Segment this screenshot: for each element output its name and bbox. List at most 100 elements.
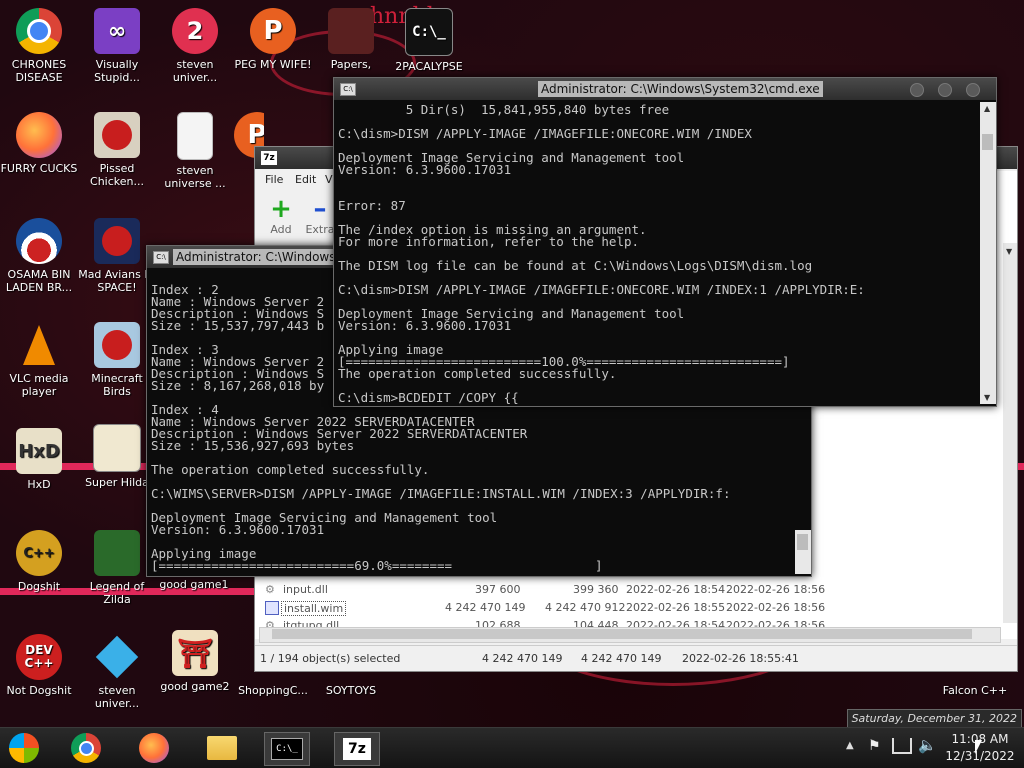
console-line: For more information, refer to the help. [338,234,640,249]
menu-view[interactable]: V [325,173,333,186]
desktop-icon-pissed-chicken[interactable]: Pissed Chicken... [78,112,156,188]
table-row[interactable]: install.wim 4 242 470 149 4 242 470 912 … [255,599,1017,617]
firefox-icon [16,112,62,158]
desktop-icon-legend-of-zilda[interactable]: Legend of Zilda [78,530,156,606]
pixel-dog-icon [93,424,141,472]
console-line: C:\dism>DISM /APPLY-IMAGE /IMAGEFILE:ONE… [338,282,865,297]
desktop-icon-not-dogshit[interactable]: DEV C++ Not Dogshit [0,634,78,697]
console-line: The operation completed successfully. [151,462,430,477]
desktop-icon-label: Papers, [330,58,372,71]
desktop-icon-mad-avians[interactable]: Mad Avians IN SPACE! [78,218,156,294]
windows-orb-icon [9,733,39,763]
desktop-icon-steven-universe-doc[interactable]: steven universe ... [156,112,234,190]
file-modified: 2022-02-26 18:54 [626,583,726,596]
desktop-icon-label: Minecraft Birds [91,372,143,398]
cmd-app-icon: C:\ [340,83,356,96]
desktop-icon-label: SOYTOYS [325,684,377,697]
console-line: C:\WIMS\SERVER>DISM /APPLY-IMAGE /IMAGEF… [151,486,731,501]
volume-icon[interactable]: 🔈 [918,736,937,754]
hxd-icon: HxD [16,428,62,474]
file-modified: 2022-02-26 18:55 [626,601,726,614]
desktop-icon-good-game1[interactable]: good game1 [148,578,240,591]
desktop-icon-osama[interactable]: OSAMA BIN LADEN BR... [0,218,78,294]
horizontal-scrollbar[interactable] [259,627,1001,643]
start-button[interactable] [4,732,44,764]
horizontal-scroll-thumb[interactable] [272,629,972,639]
cmd-main-titlebar[interactable]: C:\ Administrator: C:\Windows\System32\c… [334,78,996,100]
taskbar-firefox[interactable] [134,732,174,764]
cmd-window-main[interactable]: C:\ Administrator: C:\Windows\System32\c… [333,77,997,407]
flag-icon[interactable]: ⚑ [868,738,881,754]
desktop-icon-falcon[interactable]: Falcon C++ [936,684,1014,697]
menu-edit[interactable]: Edit [295,173,316,186]
folder-icon [207,736,237,760]
desktop-icon-hxd[interactable]: HxD HxD [0,428,78,491]
desktop-icon-firefox[interactable]: FURRY CUCKS [0,112,78,175]
desktop-icon-super-hilda[interactable]: Super Hilda [78,424,156,489]
console-scrollbar[interactable]: ▲ ▼ [980,102,996,404]
desktop-icon-label: good game2 [160,680,230,693]
desktop-icon-vlc[interactable]: VLC media player [0,322,78,398]
status-bar: 1 / 194 object(s) selected 4 242 470 149… [255,645,1017,670]
table-row[interactable]: ⚙ input.dll 397 600 399 360 2022-02-26 1… [255,581,1017,599]
console-line: C:\dism>BCDEDIT /COPY {{ [338,390,519,404]
chevron-down-icon[interactable]: ▼ [1006,247,1012,256]
console-scrollbar[interactable] [795,530,811,574]
list-vertical-scrollbar[interactable]: ▼ [1003,243,1017,623]
taskbar-chrome[interactable] [66,732,106,764]
pixel-hero-icon [94,530,140,576]
close-button[interactable] [966,83,980,97]
desktop-icon-peg-my-wife[interactable]: P PEG MY WIFE! [234,8,312,71]
taskbar-cmd[interactable]: C:\_ [264,732,310,766]
selection-size: 4 242 470 149 [482,652,563,665]
visual-studio-icon: ∞ [94,8,140,54]
scroll-thumb[interactable] [797,534,808,550]
desktop-icon-label: Visually Stupid... [94,58,140,84]
scroll-thumb[interactable] [982,134,993,150]
desktop-icon-label: 2PACALYPSE [395,60,463,73]
network-icon[interactable] [892,738,912,754]
devcpp-icon: DEV C++ [16,634,62,680]
show-hidden-icons-button[interactable]: ▲ [846,740,854,751]
console-output[interactable]: 5 Dir(s) 15,841,955,840 bytes free C:\dis… [338,104,978,404]
desktop-icon-papers[interactable]: Papers, [312,8,390,71]
maximize-button[interactable] [938,83,952,97]
desktop-icon-dogshit[interactable]: C++ Dogshit [0,530,78,593]
desktop-icon-label: good game1 [159,578,229,591]
add-button[interactable]: + Add [261,195,301,239]
desktop-icon-visual-studio[interactable]: ∞ Visually Stupid... [78,8,156,84]
gear-icon: ⚙ [265,583,275,596]
selection-date: 2022-02-26 18:55:41 [682,652,799,665]
console-line: The DISM log file can be found at C:\Win… [338,258,813,273]
desktop-icon-good-game2[interactable]: ⛩ good game2 [156,630,234,693]
chevron-up-icon[interactable]: ▲ [984,104,990,113]
desktop-icon-label: Pissed Chicken... [90,162,144,188]
extract-button[interactable]: – Extra [305,195,335,239]
chevron-down-icon[interactable]: ▼ [984,393,990,402]
desktop-icon-steven-univer-2[interactable]: steven univer... [78,634,156,710]
desktop-icon-minecraft-birds[interactable]: Minecraft Birds [78,322,156,398]
menu-file[interactable]: File [265,173,283,186]
devcpp-icon: C++ [16,530,62,576]
file-name: input.dll [283,583,328,596]
console-line: C:\dism>DISM /APPLY-IMAGE /IMAGEFILE:ONE… [338,126,752,141]
obama-logo-icon [16,218,62,264]
desktop-icon-label: PEG MY WIFE! [234,58,312,71]
console-line: [==========================69.0%========… [151,558,603,573]
selection-status: 1 / 194 object(s) selected [260,652,401,665]
chrome-icon [16,8,62,54]
taskbar-explorer[interactable] [202,732,242,764]
desktop-icon-chrome[interactable]: CHRONES DISEASE [0,8,78,84]
desktop-icon-2pacalypse[interactable]: C:\_ 2PACALYPSE [390,8,468,73]
taskbar-7zip[interactable]: 7z [334,732,380,766]
taskbar: C:\_ 7z ▲ ⚑ 🔈 11:08 AM 12/31/2022 [0,727,1024,768]
desktop-icon-soytoys[interactable]: SOYTOYS [312,684,390,697]
angry-birds-space-icon [94,218,140,264]
desktop-icon-label: steven univer... [172,58,218,84]
desktop-icon-steven-univer[interactable]: 2 steven univer... [156,8,234,84]
minimize-button[interactable] [910,83,924,97]
desktop-icon-shopping[interactable]: ShoppingC... [234,684,312,697]
desktop-icon-label: ShoppingC... [238,684,308,697]
add-label: Add [270,223,292,236]
file-packed: 4 242 470 912 [545,601,626,614]
